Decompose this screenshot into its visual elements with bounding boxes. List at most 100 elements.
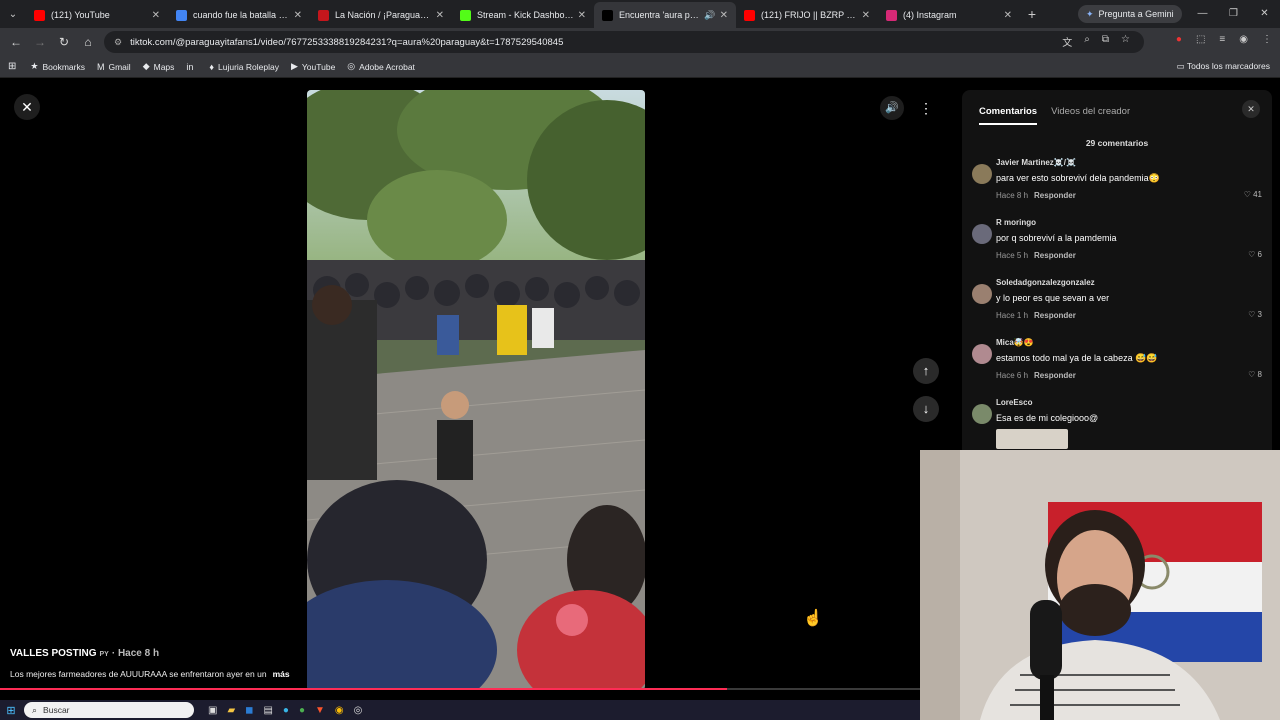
tab-close-icon[interactable]: ✕ <box>152 10 160 21</box>
comment-username[interactable]: LoreEsco <box>996 398 1032 407</box>
more-options-icon[interactable]: ⋮ <box>914 96 938 120</box>
reply-button[interactable]: Responder <box>1034 251 1076 260</box>
comment-likes[interactable]: ♡ 41 <box>1244 190 1262 199</box>
bookmark-label: Lujuria Roleplay <box>218 61 279 72</box>
close-video-button[interactable]: ✕ <box>14 94 40 120</box>
next-video-arrow-icon[interactable]: ↓ <box>913 396 939 422</box>
back-icon[interactable]: ← <box>4 35 28 49</box>
obs-icon[interactable]: ◎ <box>354 705 363 716</box>
video-player[interactable] <box>307 90 645 690</box>
tab-favicon-icon <box>34 9 45 21</box>
tab-close-icon[interactable]: ✕ <box>578 10 586 21</box>
bookmark-item[interactable]: M Gmail <box>97 61 131 72</box>
task-view-icon[interactable]: ▣ <box>208 705 217 716</box>
heart-icon: ♡ <box>1248 370 1258 379</box>
file-explorer-icon[interactable]: ▰ <box>227 705 235 716</box>
reply-button[interactable]: Responder <box>1034 371 1076 380</box>
reload-icon[interactable]: ↻ <box>52 35 76 49</box>
zoom-icon[interactable]: ⌕ <box>1084 34 1090 49</box>
sound-icon[interactable]: 🔊 <box>880 96 904 120</box>
comment-likes[interactable]: ♡ 3 <box>1248 310 1262 319</box>
extension-icons: ● ⬚ ≡ ◉ ⋮ <box>1176 34 1272 45</box>
browser-tab[interactable]: Encuentra 'aura parag 🔊 ✕ <box>594 2 736 28</box>
tab-close-icon[interactable]: ✕ <box>862 10 870 21</box>
comment-username[interactable]: Mica🤯😍 <box>996 338 1034 347</box>
tab-favicon-icon <box>460 9 471 21</box>
avatar[interactable] <box>972 164 992 184</box>
comment-item: Javier Martinez☠️/☠️ para ver esto sobrev… <box>972 158 1262 214</box>
comment-username[interactable]: Soledadgonzalezgonzalez <box>996 278 1095 287</box>
extensions-puzzle-icon[interactable]: ⬚ <box>1196 34 1205 45</box>
chrome-icon[interactable]: ◉ <box>335 705 344 716</box>
brave-icon[interactable]: ▼ <box>315 705 325 716</box>
close-window-icon[interactable]: ✕ <box>1249 0 1280 28</box>
install-icon[interactable]: ⧉ <box>1102 34 1109 49</box>
video-author[interactable]: VALLES POSTING PY · Hace 8 h <box>10 648 159 659</box>
bookmark-star-icon[interactable]: ☆ <box>1121 34 1130 49</box>
comment-likes[interactable]: ♡ 6 <box>1248 250 1262 259</box>
comment-likes[interactable]: ♡ 8 <box>1248 370 1262 379</box>
more-link[interactable]: más <box>273 669 290 679</box>
author-name[interactable]: VALLES POSTING <box>10 648 97 659</box>
home-icon[interactable]: ⌂ <box>76 35 100 49</box>
apps-grid-icon[interactable]: ⊞ <box>8 61 16 72</box>
browser-tab[interactable]: cuando fue la batalla de a ✕ <box>168 2 310 28</box>
tab-comments[interactable]: Comentarios <box>979 106 1038 125</box>
profile-avatar[interactable]: ◉ <box>1239 34 1248 45</box>
forward-icon[interactable]: → <box>28 35 52 49</box>
tab-creator-videos[interactable]: Videos del creador <box>1051 106 1130 125</box>
tab-close-icon[interactable]: ✕ <box>720 10 728 21</box>
outlook-icon[interactable]: ◼ <box>245 705 253 716</box>
comment-username[interactable]: Javier Martinez☠️/☠️ <box>996 158 1076 167</box>
avatar[interactable] <box>972 224 992 244</box>
bookmark-item[interactable]: in <box>186 61 197 72</box>
chrome-alt-icon[interactable]: ● <box>299 705 305 716</box>
tab-favicon-icon <box>176 9 187 21</box>
comment-image[interactable] <box>996 429 1068 449</box>
browser-tab[interactable]: La Nación / ¡Paraguay no ✕ <box>310 2 452 28</box>
video-progress-bar[interactable] <box>0 688 920 690</box>
extension-badge-icon[interactable]: ● <box>1176 34 1182 45</box>
previous-video-arrow-icon[interactable]: ↑ <box>913 358 939 384</box>
hand-cursor-icon: ☝ <box>803 610 823 627</box>
url-bar[interactable]: ⚙ tiktok.com/@paraguayitafans1/video/767… <box>104 31 1144 53</box>
windows-start-icon[interactable]: ⊞ <box>0 704 22 717</box>
edge-icon[interactable]: ● <box>283 705 289 716</box>
minimize-icon[interactable]: — <box>1187 0 1218 28</box>
bookmark-item[interactable]: ◆ Maps <box>143 61 175 72</box>
bookmark-item[interactable]: ♦ Lujuria Roleplay <box>209 61 279 72</box>
tab-close-icon[interactable]: ✕ <box>436 10 444 21</box>
tab-audio-icon[interactable]: 🔊 <box>704 10 715 21</box>
site-info-icon[interactable]: ⚙ <box>114 37 122 48</box>
browser-tab[interactable]: (121) YouTube ✕ <box>26 2 168 28</box>
description-text: Los mejores farmeadores de AUUURAAA se e… <box>10 669 267 679</box>
browser-menu-icon[interactable]: ⋮ <box>1262 34 1272 45</box>
reply-button[interactable]: Responder <box>1034 191 1076 200</box>
browser-tab[interactable]: (121) FRIJO || BZRP Music ✕ <box>736 2 878 28</box>
avatar[interactable] <box>972 404 992 424</box>
avatar[interactable] <box>972 284 992 304</box>
tab-close-icon[interactable]: ✕ <box>1004 10 1012 21</box>
close-panel-icon[interactable]: ✕ <box>1242 100 1260 118</box>
browser-tab[interactable]: Stream - Kick Dashboard ✕ <box>452 2 594 28</box>
bookmark-label: Adobe Acrobat <box>359 61 415 72</box>
bookmark-item[interactable]: ▶ YouTube <box>291 61 335 72</box>
comments-panel: Comentarios Videos del creador ✕ 29 come… <box>962 90 1272 450</box>
gemini-button[interactable]: ✦ Pregunta a Gemini <box>1078 5 1182 23</box>
taskbar-search-input[interactable]: ⌕ Buscar <box>24 702 194 718</box>
tab-search-chevron-icon[interactable]: ⌄ <box>0 0 26 28</box>
reply-button[interactable]: Responder <box>1034 311 1076 320</box>
bookmark-item[interactable]: ★ Bookmarks <box>30 61 85 72</box>
all-bookmarks-button[interactable]: ▭ Todos los marcadores <box>1177 61 1270 72</box>
bookmark-item[interactable]: ◎ Adobe Acrobat <box>347 61 415 72</box>
comment-text: Esa es de mi colegiooo@ <box>996 413 1099 423</box>
comment-username[interactable]: R moringo <box>996 218 1036 227</box>
browser-tab[interactable]: (4) Instagram ✕ <box>878 2 1020 28</box>
notepad-icon[interactable]: ▤ <box>263 705 272 716</box>
new-tab-button[interactable]: + <box>1020 6 1044 22</box>
restore-icon[interactable]: ❐ <box>1218 0 1249 28</box>
tab-close-icon[interactable]: ✕ <box>294 10 302 21</box>
media-control-icon[interactable]: ≡ <box>1219 34 1225 45</box>
avatar[interactable] <box>972 344 992 364</box>
translate-icon[interactable]: 文 <box>1062 34 1072 49</box>
